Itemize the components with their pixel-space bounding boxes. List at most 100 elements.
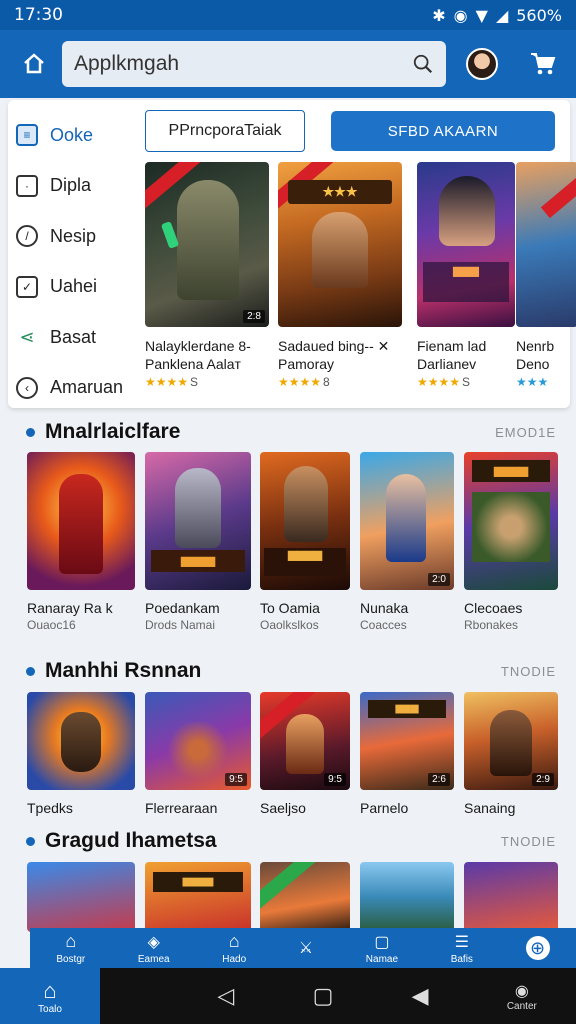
app-bar: Applkmgah <box>0 30 576 98</box>
nav-item-bostgr[interactable]: ⌂ Bostgr <box>56 931 85 965</box>
game-cover: 2:9 <box>464 692 558 790</box>
game-card[interactable]: ▆▆▆▆ To Oamia Oaolkslkos <box>260 452 350 632</box>
game-cover: 2:8 <box>145 162 269 327</box>
game-card[interactable]: ▆▆▆▆ <box>145 862 251 932</box>
game-cover <box>464 862 558 932</box>
bullet-icon <box>26 666 35 676</box>
nav-item-search[interactable]: ⊕ <box>525 936 550 960</box>
featured-title: Sadaued bing-- ✕ <box>278 338 390 354</box>
game-title: Sanaing <box>464 800 516 816</box>
nav-item-sword[interactable]: ⚔ <box>299 938 313 958</box>
see-more-link[interactable]: TNODIE <box>501 664 556 679</box>
game-art <box>175 468 221 548</box>
game-logo: ▆▆▆▆ <box>264 548 346 576</box>
nav-label: Bafis <box>450 953 473 965</box>
nav-label: Namae <box>365 953 399 965</box>
game-cover <box>360 862 454 932</box>
featured-card[interactable]: ★★★ Sadaued bing-- ✕ Pamoray ★★★★ 8 <box>278 162 404 389</box>
game-title: Clecoaes <box>464 600 523 616</box>
camera-button[interactable]: ◉ Canter <box>507 981 537 1012</box>
game-card[interactable]: Tpedks <box>27 692 135 816</box>
sidebar-item-ooke[interactable]: ≡ Ooke <box>16 110 136 161</box>
game-card[interactable]: 9:5 Flerrearaan <box>145 692 251 816</box>
duration-badge: 2:0 <box>428 573 450 586</box>
search-icon[interactable] <box>412 53 434 75</box>
featured-card[interactable]: Nenrb Deno ★★★ <box>516 162 576 389</box>
game-cover: ▆▆▆▆ <box>464 452 558 590</box>
nav-item-bafis[interactable]: ☰ Bafis <box>451 932 473 965</box>
sidebar-item-label: Basat <box>50 326 97 347</box>
game-title: Parnelo <box>360 800 409 816</box>
rating-value: S <box>190 375 199 389</box>
sidebar-item-nesip[interactable]: / Nesip <box>16 211 136 262</box>
duration-badge: 2:8 <box>243 310 265 323</box>
home-button[interactable] <box>14 44 54 84</box>
game-card[interactable]: Ranaray Ra k Ouaoc16 <box>27 452 135 632</box>
status-time: 17:30 <box>14 5 63 25</box>
game-card[interactable]: 9:5 Saeljso <box>260 692 350 816</box>
sidebar-item-uahei[interactable]: ✓ Uahei <box>16 262 136 313</box>
home-icon: ⌂ <box>65 931 77 951</box>
status-icons: ✱ ◉ ▼ ◢ 560% <box>432 6 562 25</box>
game-card[interactable] <box>360 862 454 932</box>
back-icon[interactable]: ◁ <box>217 983 234 1009</box>
home-icon: ⌂ <box>43 977 57 1003</box>
game-logo: ▆▆▆▆ <box>153 872 243 892</box>
bluetooth-icon: ✱ <box>432 5 446 25</box>
game-cover: ★★★ <box>278 162 402 327</box>
game-art <box>61 712 101 772</box>
nav-label: Bostgr <box>56 954 86 965</box>
game-art <box>284 466 328 542</box>
recents-icon[interactable]: ◀ <box>412 983 429 1009</box>
primary-action-button[interactable]: SFBD AKAARN <box>331 111 555 151</box>
nav-item-hado[interactable]: ⌂ Hado <box>222 931 246 965</box>
cart-button[interactable] <box>526 47 560 81</box>
game-title: Nunaka <box>360 600 409 616</box>
featured-title: Nalayklerdane 8- <box>145 338 251 354</box>
game-card[interactable] <box>464 862 558 932</box>
game-title: Saeljso <box>260 800 306 816</box>
category-button[interactable]: PPrncporaTaiak <box>145 110 305 152</box>
section-header: Manhhi Rsnnan TNODIE <box>8 655 568 687</box>
section-title: Mnalrlaiclfare <box>26 420 180 444</box>
game-logo: ▆▆▆▆ <box>151 550 245 572</box>
game-card[interactable]: 2:0 Nunaka Coacces <box>360 452 454 632</box>
sidebar-item-dipla[interactable]: · Dipla <box>16 161 136 212</box>
featured-card[interactable]: 2:8 Nalayklerdane 8- Panklena Aalaт ★★★★… <box>145 162 271 389</box>
featured-subtitle: Pamoray <box>278 356 335 372</box>
nav-label: Hado <box>222 954 247 965</box>
see-more-link[interactable]: EMOD1E <box>495 425 556 440</box>
game-card[interactable]: ▆▆▆▆ Poedankam Drods Namai <box>145 452 251 632</box>
game-subtitle: Rbonakes <box>464 618 519 632</box>
sidebar-item-basat[interactable]: ⋖ Basat <box>16 312 136 363</box>
sword-icon: ⚔ <box>298 940 314 957</box>
data-icon: ◉ <box>453 5 468 25</box>
game-card[interactable] <box>27 862 135 932</box>
wifi-icon: ▼ <box>475 5 488 25</box>
game-card[interactable]: ▆▆▆▆ Clecoaes Rbonakes <box>464 452 558 632</box>
section-title: Gragud Ihametsa <box>26 829 217 853</box>
game-card[interactable]: 2:9 Sanaing <box>464 692 558 816</box>
home-circle-icon[interactable]: ▢ <box>313 983 334 1009</box>
home-tab[interactable]: ⌂ Toalo <box>0 968 100 1024</box>
duration-badge: 9:5 <box>225 773 247 786</box>
game-cover: ▆▆▆▆ <box>260 452 350 590</box>
featured-carousel[interactable]: 2:8 Nalayklerdane 8- Panklena Aalaт ★★★★… <box>136 162 576 402</box>
nav-item-eamea[interactable]: ◈ Eamea <box>138 932 170 965</box>
home-icon: ⌂ <box>228 931 240 951</box>
menu-icon: ☰ <box>454 933 469 951</box>
see-more-link[interactable]: TNODIE <box>501 834 556 849</box>
game-title: Tpedks <box>27 800 73 816</box>
avatar[interactable] <box>466 48 498 80</box>
section-title: Manhhi Rsnnan <box>26 659 201 683</box>
game-card[interactable]: ▆▆▆ 2:6 Parnelo <box>360 692 454 816</box>
document-icon: ≡ <box>16 124 38 147</box>
game-cover: 9:5 <box>145 692 251 790</box>
nav-item-namae[interactable]: ▢ Namae <box>366 932 398 965</box>
sidebar-item-amaruan[interactable]: ‹ Amaruan <box>16 363 136 414</box>
game-cover <box>27 692 135 790</box>
game-title: Flerrearaan <box>145 800 218 816</box>
game-card[interactable] <box>260 862 350 932</box>
game-art <box>490 710 532 776</box>
search-input[interactable]: Applkmgah <box>62 41 446 87</box>
